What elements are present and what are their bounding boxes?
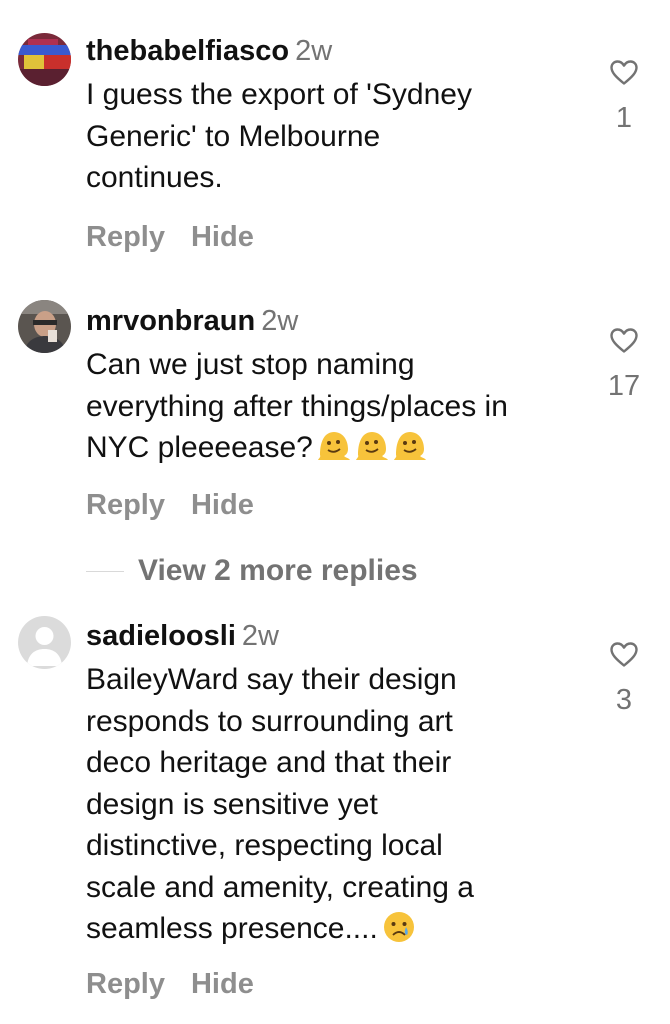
comment-text-line-text: seamless presence.... bbox=[86, 912, 378, 945]
heart-outline-icon[interactable] bbox=[610, 328, 638, 353]
comment-text-line: design is sensitive yet bbox=[86, 787, 378, 821]
avatar[interactable] bbox=[18, 616, 71, 669]
comment-text-line: Can we just stop naming bbox=[86, 348, 415, 381]
melting-face-emoji bbox=[317, 432, 350, 460]
hide-button[interactable]: Hide bbox=[191, 489, 254, 522]
default-avatar-icon bbox=[18, 616, 71, 669]
heart-outline-icon[interactable] bbox=[610, 642, 638, 667]
comment-text-line: I guess the export of 'Sydney bbox=[86, 78, 472, 111]
comment-text-line: continues. bbox=[86, 161, 223, 194]
melting-face-emoji bbox=[355, 432, 388, 460]
comment-text: I guess the export of 'Sydney Generic' t… bbox=[86, 74, 586, 199]
view-more-replies-label: View 2 more replies bbox=[138, 554, 418, 587]
comment-text-line: seamless presence.... bbox=[86, 908, 586, 950]
comment-text: Can we just stop naming everything after… bbox=[86, 344, 586, 469]
like-count: 17 bbox=[607, 370, 641, 402]
comment-actions: Reply Hide bbox=[86, 489, 586, 522]
avatar[interactable] bbox=[18, 33, 71, 86]
reply-button[interactable]: Reply bbox=[86, 968, 165, 1001]
username[interactable]: thebabelfiasco bbox=[86, 35, 289, 67]
timestamp: 2w bbox=[241, 620, 279, 652]
profile-photo-abstract bbox=[18, 33, 71, 86]
crying-face-emoji bbox=[383, 912, 414, 942]
view-more-replies-button[interactable]: View 2 more replies bbox=[86, 554, 418, 594]
reply-button[interactable]: Reply bbox=[86, 489, 165, 522]
comment-actions: Reply Hide bbox=[86, 221, 586, 254]
hide-button[interactable]: Hide bbox=[191, 968, 254, 1001]
comment-text-line: distinctive, respecting local bbox=[86, 829, 443, 862]
comment-actions: Reply Hide bbox=[86, 968, 586, 1001]
comment-text-line: deco heritage and that their bbox=[86, 746, 452, 779]
comment-header: mrvonbraun 2w bbox=[86, 304, 586, 338]
like-count: 1 bbox=[615, 102, 633, 134]
timestamp: 2w bbox=[261, 305, 299, 337]
comment-text: BaileyWard say their design responds to … bbox=[86, 659, 586, 950]
username[interactable]: mrvonbraun bbox=[86, 305, 255, 337]
comment-text-line: everything after things/places in bbox=[86, 389, 508, 423]
comment-text-line: scale and amenity, creating a bbox=[86, 870, 474, 904]
like-count: 3 bbox=[615, 684, 633, 716]
username[interactable]: sadieloosli bbox=[86, 620, 236, 652]
comment-text-line: BaileyWard say their design bbox=[86, 663, 457, 696]
melting-face-emoji bbox=[393, 432, 426, 460]
hide-button[interactable]: Hide bbox=[191, 221, 254, 254]
comment-text-line: responds to surrounding art bbox=[86, 704, 453, 738]
comment-header: thebabelfiasco 2w bbox=[86, 34, 586, 68]
comment-text-line: NYC pleeeease? bbox=[86, 427, 586, 469]
divider-line bbox=[86, 570, 124, 572]
timestamp: 2w bbox=[295, 35, 333, 67]
comment-text-line-text: NYC pleeeease? bbox=[86, 431, 313, 464]
avatar[interactable] bbox=[18, 300, 71, 353]
heart-outline-icon[interactable] bbox=[610, 60, 638, 85]
comment-header: sadieloosli 2w bbox=[86, 619, 586, 653]
profile-photo-person bbox=[18, 300, 71, 353]
comment-text-line: Generic' to Melbourne bbox=[86, 119, 381, 153]
reply-button[interactable]: Reply bbox=[86, 221, 165, 254]
